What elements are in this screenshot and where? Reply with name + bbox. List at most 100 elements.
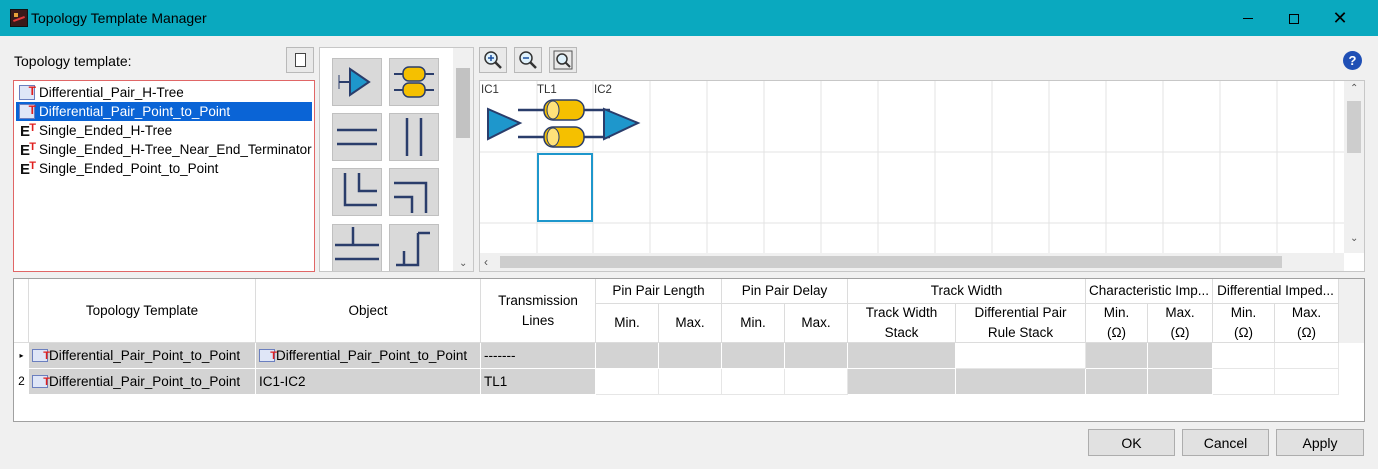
header-line: Transmission xyxy=(498,292,578,308)
header-topology-template[interactable]: Topology Template xyxy=(29,279,256,343)
table-cell[interactable] xyxy=(1275,369,1339,395)
table-cell[interactable] xyxy=(659,343,722,369)
table-row-1-topology-template[interactable]: Differential_Pair_Point_to_Point xyxy=(29,343,256,369)
header-diff-pair-rule-stack[interactable]: Differential Pair Rule Stack xyxy=(956,304,1086,343)
template-item-differential-pair-h-tree[interactable]: Differential_Pair_H-Tree xyxy=(16,82,312,102)
cell-text: Differential_Pair_Point_to_Point xyxy=(49,348,241,363)
chevron-down-icon[interactable]: ⌄ xyxy=(459,258,467,269)
transmission-line-pair-icon xyxy=(394,66,434,98)
table-cell[interactable] xyxy=(785,369,848,395)
palette-horizontal-wire-button[interactable] xyxy=(332,113,382,161)
table-cell[interactable] xyxy=(1213,369,1275,395)
table-cell[interactable] xyxy=(1148,343,1213,369)
apply-button[interactable]: Apply xyxy=(1276,429,1364,456)
grid-corner xyxy=(14,279,29,343)
table-row-2-topology-template[interactable]: Differential_Pair_Point_to_Point xyxy=(29,369,256,395)
template-item-single-ended-h-tree[interactable]: Single_Ended_H-Tree xyxy=(16,119,312,141)
canvas-selection-cell[interactable] xyxy=(537,153,593,222)
header-delay-max[interactable]: Max. xyxy=(785,304,848,343)
header-length-min[interactable]: Min. xyxy=(596,304,659,343)
header-pin-pair-delay[interactable]: Pin Pair Delay xyxy=(722,279,848,304)
row-indicator-icon[interactable]: ▸ xyxy=(14,343,29,368)
table-cell[interactable] xyxy=(722,343,785,369)
topology-canvas[interactable]: IC1 TL1 IC2 ⌃ ⌄ ‹ xyxy=(479,80,1365,272)
table-cell[interactable] xyxy=(1275,343,1339,369)
table-cell[interactable] xyxy=(596,343,659,369)
cell-text: Differential_Pair_Point_to_Point xyxy=(49,374,241,389)
header-transmission-lines[interactable]: Transmission Lines xyxy=(481,279,596,343)
zoom-in-button[interactable] xyxy=(479,47,507,73)
table-cell[interactable] xyxy=(1213,343,1275,369)
header-char-imp-max[interactable]: Max. (Ω) xyxy=(1148,304,1213,343)
table-cell[interactable] xyxy=(1086,369,1148,395)
header-characteristic-impedance[interactable]: Characteristic Imp... xyxy=(1086,279,1213,304)
palette-corner-button[interactable] xyxy=(332,168,382,216)
palette-tee-button[interactable] xyxy=(332,224,382,271)
header-line: Stack xyxy=(884,325,919,340)
palette-ic-button[interactable] xyxy=(332,58,382,106)
template-item-single-ended-point-to-point[interactable]: Single_Ended_Point_to_Point xyxy=(16,157,312,179)
template-item-differential-pair-point-to-point[interactable]: Differential_Pair_Point_to_Point xyxy=(16,101,312,121)
table-cell[interactable] xyxy=(1148,369,1213,395)
help-icon[interactable]: ? xyxy=(1343,51,1362,70)
single-ended-template-icon xyxy=(19,119,36,141)
new-template-button[interactable] xyxy=(286,47,314,73)
canvas-vertical-scroll-thumb[interactable] xyxy=(1347,101,1361,153)
table-cell[interactable] xyxy=(722,369,785,395)
row-header-2[interactable]: 2 xyxy=(14,369,29,394)
minimize-button[interactable] xyxy=(1225,1,1271,36)
palette-scrollbar[interactable]: ⌄ xyxy=(453,48,473,271)
title-bar: Topology Template Manager ✕ xyxy=(0,0,1378,36)
header-track-width-stack[interactable]: Track Width Stack xyxy=(848,304,956,343)
table-cell[interactable] xyxy=(785,343,848,369)
chevron-up-icon[interactable]: ⌃ xyxy=(1350,83,1358,94)
vertical-wire-pair-icon xyxy=(405,118,423,156)
chevron-left-icon[interactable]: ‹ xyxy=(484,255,488,269)
palette-transmission-line-button[interactable] xyxy=(389,58,439,106)
table-cell[interactable] xyxy=(1086,343,1148,369)
canvas-horizontal-scroll-thumb[interactable] xyxy=(500,256,1282,268)
palette-tee-reverse-button[interactable] xyxy=(389,224,439,271)
ic1-component[interactable] xyxy=(487,107,523,141)
tl1-component[interactable] xyxy=(543,99,585,148)
table-cell[interactable] xyxy=(659,369,722,395)
zoom-out-button[interactable] xyxy=(514,47,542,73)
header-differential-impedance[interactable]: Differential Imped... xyxy=(1213,279,1339,304)
header-char-imp-min[interactable]: Min. (Ω) xyxy=(1086,304,1148,343)
table-row-2-object[interactable]: IC1-IC2 xyxy=(256,369,481,395)
zoom-fit-button[interactable] xyxy=(549,47,577,73)
header-line: (Ω) xyxy=(1170,325,1190,340)
topology-template-list[interactable]: Differential_Pair_H-Tree Differential_Pa… xyxy=(13,80,315,272)
single-ended-template-icon xyxy=(19,157,36,179)
palette-vertical-wire-button[interactable] xyxy=(389,113,439,161)
template-item-single-ended-h-tree-near-end-terminator[interactable]: Single_Ended_H-Tree_Near_End_Terminator xyxy=(16,138,312,160)
header-track-width[interactable]: Track Width xyxy=(848,279,1086,304)
header-diff-imp-min[interactable]: Min. (Ω) xyxy=(1213,304,1275,343)
chevron-down-icon[interactable]: ⌄ xyxy=(1350,233,1358,244)
cancel-button[interactable]: Cancel xyxy=(1182,429,1269,456)
palette-corner-reverse-button[interactable] xyxy=(389,168,439,216)
table-row-2-transmission-lines[interactable]: TL1 xyxy=(481,369,596,395)
canvas-horizontal-scrollbar[interactable]: ‹ xyxy=(480,253,1344,271)
close-button[interactable]: ✕ xyxy=(1317,1,1363,36)
header-diff-imp-max[interactable]: Max. (Ω) xyxy=(1275,304,1339,343)
table-row-1-transmission-lines[interactable]: ------- xyxy=(481,343,596,369)
header-filler xyxy=(1339,279,1364,343)
table-cell[interactable] xyxy=(848,343,956,369)
table-cell[interactable] xyxy=(956,343,1086,369)
header-length-max[interactable]: Max. xyxy=(659,304,722,343)
table-cell[interactable] xyxy=(848,369,956,395)
ok-button[interactable]: OK xyxy=(1088,429,1175,456)
table-cell[interactable] xyxy=(596,369,659,395)
header-pin-pair-length[interactable]: Pin Pair Length xyxy=(596,279,722,304)
canvas-vertical-scrollbar[interactable]: ⌃ ⌄ xyxy=(1344,81,1364,253)
window-title: Topology Template Manager xyxy=(31,10,207,26)
maximize-button[interactable] xyxy=(1271,1,1317,36)
ic2-component[interactable] xyxy=(603,107,641,141)
header-delay-min[interactable]: Min. xyxy=(722,304,785,343)
table-row-1-object[interactable]: Differential_Pair_Point_to_Point xyxy=(256,343,481,369)
table-cell[interactable] xyxy=(956,369,1086,395)
header-object[interactable]: Object xyxy=(256,279,481,343)
diff-pair-template-icon xyxy=(32,370,50,394)
palette-scroll-thumb[interactable] xyxy=(456,68,470,138)
